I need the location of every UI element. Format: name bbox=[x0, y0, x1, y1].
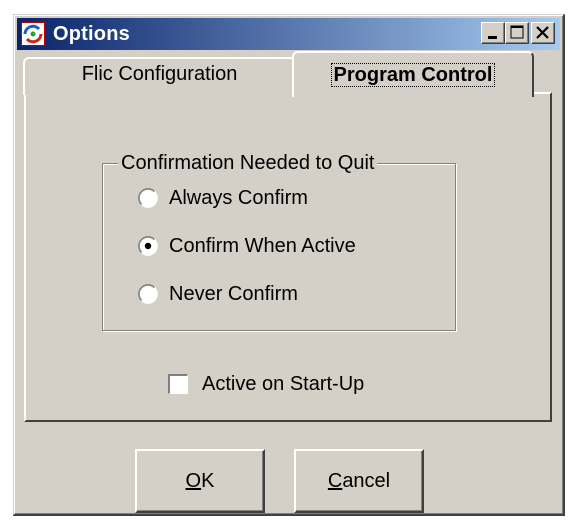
minimize-button[interactable] bbox=[481, 22, 505, 44]
radio-label: Confirm When Active bbox=[169, 235, 356, 257]
options-dialog: Options Flic Configuration Program Contr… bbox=[13, 14, 565, 516]
tab-flic-configuration[interactable]: Flic Configuration bbox=[23, 57, 296, 95]
close-icon bbox=[536, 26, 549, 39]
tab-program-control[interactable]: Program Control bbox=[292, 51, 534, 97]
radio-label: Never Confirm bbox=[169, 283, 298, 305]
maximize-button[interactable] bbox=[505, 22, 529, 44]
confirmation-group-legend: Confirmation Needed to Quit bbox=[118, 151, 378, 175]
radio-unselected-icon bbox=[138, 284, 158, 304]
cancel-button[interactable]: Cancel bbox=[294, 449, 424, 513]
minimize-icon bbox=[488, 36, 497, 39]
maximize-icon bbox=[510, 25, 524, 39]
radio-selected-icon bbox=[138, 236, 158, 256]
close-button[interactable] bbox=[531, 22, 555, 44]
app-icon bbox=[21, 22, 45, 46]
window-title: Options bbox=[53, 23, 130, 45]
title-bar[interactable]: Options bbox=[17, 18, 560, 50]
checkbox-label: Active on Start-Up bbox=[202, 373, 365, 395]
radio-unselected-icon bbox=[138, 188, 158, 208]
ok-mnemonic: O bbox=[185, 470, 202, 492]
tab-label: Program Control bbox=[330, 63, 496, 87]
radio-label: Always Confirm bbox=[169, 187, 308, 209]
ok-button[interactable]: OK bbox=[135, 449, 265, 513]
tab-label: Flic Configuration bbox=[81, 63, 238, 85]
checkbox-box[interactable] bbox=[168, 374, 188, 394]
ok-label-rest: K bbox=[201, 470, 215, 492]
cancel-label-rest: ancel bbox=[342, 470, 391, 492]
cancel-mnemonic: C bbox=[327, 470, 343, 492]
